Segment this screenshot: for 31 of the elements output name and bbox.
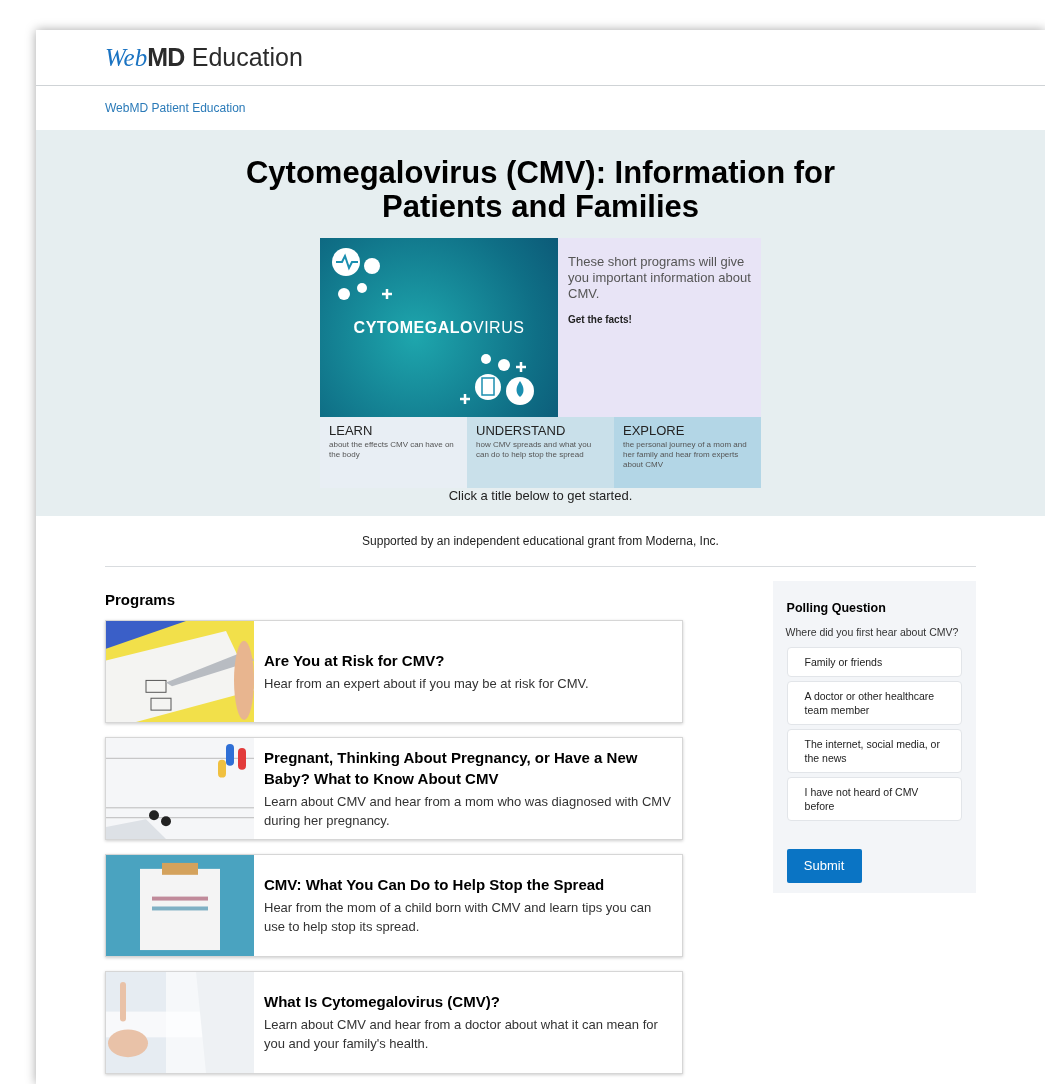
program-description: Hear from the mom of a child born with CMV and learn tips you can use to help stop its spread. — [264, 899, 653, 936]
program-title[interactable]: What Is Cytomegalovirus (CMV)? — [264, 991, 672, 1012]
program-title[interactable]: Pregnant, Thinking About Pregnancy, or Have a New Baby? What to Know About CMV — [264, 746, 672, 789]
banner-cta: Get the facts! — [568, 313, 633, 327]
breadcrumb-link[interactable]: WebMD Patient Education — [105, 99, 246, 117]
webmd-education-logo[interactable]: WebMD Education — [105, 38, 303, 77]
program-card[interactable]: Pregnant, Thinking About Pregnancy, or Have a New Baby? What to Know About CMV Learn about CMV and hear from a mom who was diagnosed with CMV during her pregnancy. — [105, 736, 683, 840]
submit-button[interactable]: Submit — [786, 848, 862, 883]
poll-option[interactable]: Family or friends — [786, 646, 962, 677]
program-card[interactable]: Are You at Risk for CMV? Hear from an expert about if you may be at risk for CMV. — [105, 619, 683, 723]
program-description: Learn about CMV and hear from a doctor about what it can mean for you and your family's health. — [264, 1016, 659, 1053]
poll-option[interactable]: I have not heard of CMV before — [786, 776, 962, 821]
programs-heading: Programs — [105, 590, 177, 610]
banner-section[interactable]: EXPLORE the personal journey of a mom and her family and hear from experts about CMV — [614, 417, 761, 488]
program-card[interactable]: What Is Cytomegalovirus (CMV)? Learn about CMV and hear from a doctor about what it can mean for you and your family's health. — [105, 970, 683, 1074]
program-title[interactable]: CMV: What You Can Do to Help Stop the Spread — [264, 874, 672, 895]
support-note: Supported by an independent educational grant from Moderna, Inc. — [362, 533, 719, 550]
program-description: Hear from an expert about if you may be at risk for CMV. — [264, 674, 590, 693]
poll-option[interactable]: A doctor or other healthcare team member — [786, 680, 962, 725]
hero-caption: Click a title below to get started. — [448, 487, 633, 505]
program-title[interactable]: Are You at Risk for CMV? — [264, 649, 672, 671]
program-card[interactable]: CMV: What You Can Do to Help Stop the Spread Hear from the mom of a child born with CMV and learn tips you can use to help stop its spread. — [105, 853, 683, 957]
page-title: Cytomegalovirus (CMV): Information for Patients and Families — [245, 156, 836, 224]
program-description: Learn about CMV and hear from a mom who was diagnosed with CMV during her pregnancy. — [264, 792, 672, 830]
banner-intro: These short programs will give you important information about CMV. — [568, 254, 751, 302]
banner-section[interactable]: UNDERSTAND how CMV spreads and what you can do to help stop the spread — [467, 417, 614, 488]
banner-graphic-title: CYTOMEGALOVIRUS — [353, 317, 525, 338]
poll-heading: Polling Question — [786, 600, 887, 617]
banner-section[interactable]: LEARN about the effects CMV can have on the body — [320, 417, 467, 488]
poll-option[interactable]: The internet, social media, or the news — [786, 728, 962, 773]
poll-question: Where did you first hear about CMV? — [785, 624, 960, 640]
